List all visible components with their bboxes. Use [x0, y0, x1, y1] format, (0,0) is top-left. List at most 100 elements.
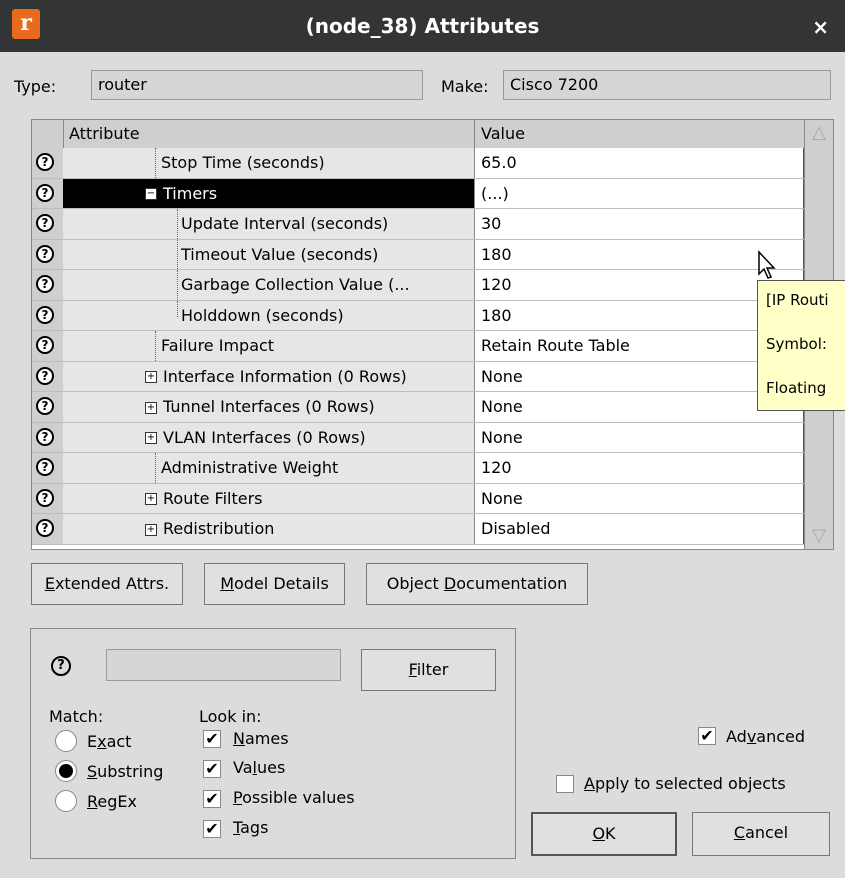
look-in-values-label[interactable]: Values — [233, 758, 285, 777]
value-cell[interactable]: Retain Route Table — [475, 331, 804, 361]
apply-selected-label[interactable]: Apply to selected objects — [584, 774, 786, 793]
apply-selected-checkbox[interactable] — [556, 775, 574, 793]
value-cell[interactable]: None — [475, 392, 804, 422]
attribute-cell[interactable]: Administrative Weight — [63, 453, 475, 483]
attribute-cell[interactable]: Timeout Value (seconds) — [63, 239, 475, 269]
attribute-cell[interactable]: − Timers — [63, 178, 475, 208]
value-cell[interactable]: None — [475, 422, 804, 452]
tree-line — [155, 331, 156, 361]
table-row[interactable]: ? Stop Time (seconds) 65.0 — [32, 148, 804, 179]
attribute-cell[interactable]: Holddown (seconds) — [63, 300, 475, 330]
help-icon[interactable]: ? — [51, 656, 71, 676]
collapse-icon[interactable]: − — [145, 188, 157, 200]
value-cell[interactable]: 30 — [475, 209, 804, 239]
help-icon[interactable]: ? — [36, 336, 54, 354]
tree-line — [155, 453, 156, 483]
value-cell[interactable]: Disabled — [475, 514, 804, 544]
help-icon[interactable]: ? — [36, 519, 54, 537]
value-cell[interactable]: None — [475, 483, 804, 513]
look-in-tags-checkbox[interactable]: ✔ — [203, 820, 221, 838]
attribute-cell[interactable]: + Interface Information (0 Rows) — [63, 361, 475, 391]
table-row[interactable]: ? + Route Filters None — [32, 483, 804, 514]
filter-button[interactable]: Filter — [361, 649, 496, 691]
object-documentation-button[interactable]: Object Documentation — [366, 563, 588, 605]
expand-icon[interactable]: + — [145, 523, 157, 536]
value-cell[interactable]: 180 — [475, 300, 804, 330]
help-icon[interactable]: ? — [36, 183, 54, 202]
expand-icon[interactable]: + — [145, 493, 157, 505]
attribute-cell[interactable]: Garbage Collection Value (... — [63, 270, 475, 300]
attribute-name: Update Interval (seconds) — [181, 214, 389, 233]
look-in-values-checkbox[interactable]: ✔ — [203, 760, 221, 778]
table-row[interactable]: ? + Redistribution Disabled — [32, 514, 804, 545]
advanced-label[interactable]: Advanced — [726, 727, 805, 746]
tree-line — [177, 300, 178, 317]
help-icon[interactable]: ? — [36, 397, 54, 415]
table-row[interactable]: ? + Interface Information (0 Rows) None — [32, 361, 804, 392]
table-row[interactable]: ? Administrative Weight 120 — [32, 453, 804, 484]
help-icon[interactable]: ? — [36, 458, 54, 476]
close-icon[interactable]: × — [812, 15, 829, 39]
scroll-up-icon[interactable]: △ — [808, 122, 830, 144]
expand-icon[interactable]: + — [145, 401, 157, 414]
value-cell[interactable]: 65.0 — [475, 148, 804, 178]
expand-icon[interactable]: + — [145, 432, 157, 444]
match-label: Match: — [49, 707, 104, 726]
cancel-button[interactable]: Cancel — [692, 812, 830, 856]
filter-input[interactable] — [106, 649, 341, 681]
table-row[interactable]: ? Garbage Collection Value (... 120 — [32, 270, 804, 301]
attribute-name: Failure Impact — [161, 336, 275, 355]
look-in-tags-label[interactable]: Tags — [233, 818, 268, 837]
expand-icon[interactable]: + — [145, 371, 157, 383]
look-in-names-label[interactable]: Names — [233, 729, 289, 748]
look-in-names-checkbox[interactable]: ✔ — [203, 730, 221, 748]
table-row[interactable]: ? Holddown (seconds) 180 — [32, 300, 804, 331]
attribute-cell[interactable]: Failure Impact — [63, 331, 475, 361]
help-icon[interactable]: ? — [36, 244, 54, 263]
value-cell[interactable]: 120 — [475, 270, 804, 300]
title-bar[interactable]: r (node_38) Attributes × — [0, 0, 845, 52]
value-cell[interactable]: None — [475, 361, 804, 391]
table-row[interactable]: ? Failure Impact Retain Route Table — [32, 331, 804, 362]
ok-button[interactable]: OK — [531, 812, 677, 856]
advanced-checkbox[interactable]: ✔ — [698, 727, 716, 745]
attribute-column-header[interactable]: Attribute — [63, 120, 475, 148]
scroll-down-icon[interactable]: ▽ — [808, 525, 830, 547]
help-icon[interactable]: ? — [36, 214, 54, 232]
match-exact-radio[interactable] — [55, 730, 77, 752]
match-regex-radio[interactable] — [55, 790, 77, 812]
help-icon[interactable]: ? — [36, 153, 54, 171]
attribute-name: Holddown (seconds) — [181, 305, 344, 325]
extended-attrs-button[interactable]: Extended Attrs. — [31, 563, 183, 605]
model-details-button[interactable]: Model Details — [204, 563, 345, 605]
attribute-cell[interactable]: Update Interval (seconds) — [63, 209, 475, 239]
table-row[interactable]: ? + VLAN Interfaces (0 Rows) None — [32, 422, 804, 453]
look-in-possible-values-label[interactable]: Possible values — [233, 788, 355, 807]
match-exact-label[interactable]: Exact — [87, 732, 131, 751]
table-row[interactable]: ? Update Interval (seconds) 30 — [32, 209, 804, 240]
match-substring-label[interactable]: Substring — [87, 762, 163, 781]
attribute-name: Tunnel Interfaces (0 Rows) — [163, 397, 375, 416]
attribute-cell[interactable]: Stop Time (seconds) — [63, 148, 475, 178]
table-row[interactable]: ? Timeout Value (seconds) 180 — [32, 239, 804, 270]
look-in-possible-values-checkbox[interactable]: ✔ — [203, 790, 221, 808]
value-cell[interactable]: 120 — [475, 453, 804, 483]
table-row[interactable]: ? + Tunnel Interfaces (0 Rows) None — [32, 392, 804, 423]
table-row[interactable]: ? − Timers (...) — [32, 178, 804, 209]
match-regex-label[interactable]: RegEx — [87, 792, 137, 811]
value-column-header[interactable]: Value — [475, 120, 804, 148]
help-icon[interactable]: ? — [36, 427, 54, 446]
attribute-name: Interface Information (0 Rows) — [163, 366, 407, 386]
match-substring-radio[interactable] — [55, 760, 77, 782]
value-cell[interactable]: 180 — [475, 239, 804, 269]
mouse-pointer-icon — [758, 250, 776, 279]
help-icon[interactable]: ? — [36, 305, 54, 324]
attribute-cell[interactable]: + Redistribution — [63, 514, 475, 544]
help-icon[interactable]: ? — [36, 366, 54, 385]
help-icon[interactable]: ? — [36, 275, 54, 293]
attribute-cell[interactable]: + Tunnel Interfaces (0 Rows) — [63, 392, 475, 422]
help-icon[interactable]: ? — [36, 488, 54, 507]
attribute-cell[interactable]: + Route Filters — [63, 483, 475, 513]
value-cell[interactable]: (...) — [475, 178, 804, 208]
attribute-cell[interactable]: + VLAN Interfaces (0 Rows) — [63, 422, 475, 452]
